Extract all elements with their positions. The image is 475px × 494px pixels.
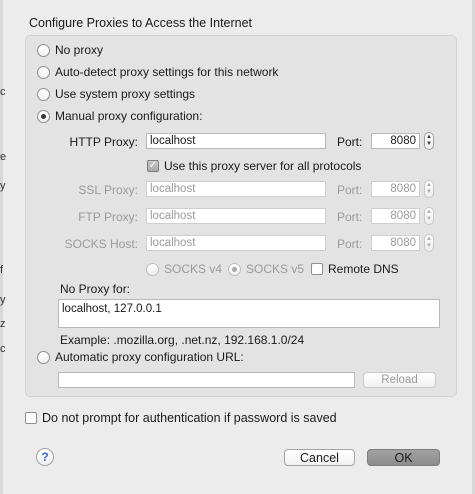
- background-text-fragment: y: [0, 294, 6, 306]
- background-text-fragment: c: [0, 86, 6, 98]
- auto-detect-label: Auto-detect proxy settings for this netw…: [55, 65, 279, 79]
- no-proxy-radio[interactable]: [37, 43, 50, 57]
- http-port-stepper[interactable]: ▲ ▼: [424, 132, 434, 150]
- ssl-port-input[interactable]: 8080: [371, 181, 420, 197]
- ftp-port-input[interactable]: 8080: [371, 208, 420, 224]
- socks-v4-option[interactable]: SOCKS v4: [146, 262, 222, 276]
- help-button[interactable]: ?: [36, 448, 54, 466]
- remote-dns-checkbox[interactable]: [311, 263, 323, 275]
- background-text-fragment: c: [0, 343, 6, 355]
- no-auth-prompt-option[interactable]: Do not prompt for authentication if pass…: [25, 411, 337, 425]
- socks-host-input[interactable]: localhost: [146, 235, 326, 251]
- socks-port-input[interactable]: 8080: [371, 235, 420, 251]
- ftp-proxy-input[interactable]: localhost: [146, 208, 326, 224]
- socks-v5-radio[interactable]: [228, 262, 241, 276]
- auto-config-url-option[interactable]: Automatic proxy configuration URL:: [37, 350, 244, 364]
- auto-detect-option[interactable]: Auto-detect proxy settings for this netw…: [37, 65, 278, 79]
- ssl-port-label: Port:: [337, 183, 363, 197]
- background-text-fragment: z: [0, 318, 6, 330]
- socks-port-stepper[interactable]: ▲ ▼: [424, 234, 434, 252]
- manual-proxy-label: Manual proxy configuration:: [55, 109, 203, 123]
- ftp-port-stepper[interactable]: ▲ ▼: [424, 207, 434, 225]
- no-proxy-option[interactable]: No proxy: [37, 43, 103, 57]
- use-all-protocols-option[interactable]: ✓ Use this proxy server for all protocol…: [147, 159, 361, 173]
- example-hint: Example: .mozilla.org, .net.nz, 192.168.…: [60, 333, 305, 347]
- auto-config-url-radio[interactable]: [37, 350, 50, 364]
- socks-port-label: Port:: [337, 237, 363, 251]
- ftp-proxy-label: FTP Proxy:: [78, 210, 138, 224]
- ssl-port-stepper[interactable]: ▲ ▼: [424, 180, 434, 198]
- http-proxy-label: HTTP Proxy:: [69, 135, 138, 149]
- http-port-label: Port:: [337, 135, 363, 149]
- no-proxy-for-textarea[interactable]: localhost, 127.0.0.1: [58, 299, 440, 328]
- ok-button[interactable]: OK: [367, 449, 440, 466]
- socks-v5-option[interactable]: SOCKS v5: [228, 262, 304, 276]
- remote-dns-option[interactable]: Remote DNS: [311, 262, 399, 276]
- remote-dns-label: Remote DNS: [328, 262, 399, 276]
- use-all-protocols-label: Use this proxy server for all protocols: [164, 159, 362, 173]
- background-text-fragment: y: [0, 180, 6, 192]
- manual-proxy-option[interactable]: Manual proxy configuration:: [37, 109, 202, 123]
- background-text-fragment: e: [0, 151, 7, 163]
- system-proxy-option[interactable]: Use system proxy settings: [37, 87, 195, 101]
- ssl-proxy-input[interactable]: localhost: [146, 181, 326, 197]
- manual-proxy-radio[interactable]: [37, 109, 50, 123]
- no-auth-prompt-checkbox[interactable]: [25, 412, 37, 424]
- dialog-header: Configure Proxies to Access the Internet: [29, 16, 253, 30]
- cancel-button[interactable]: Cancel: [284, 449, 355, 466]
- auto-config-url-label: Automatic proxy configuration URL:: [55, 350, 244, 364]
- background-window-edge: [0, 0, 3, 494]
- http-proxy-input[interactable]: localhost: [146, 133, 326, 149]
- socks-v4-radio[interactable]: [146, 262, 159, 276]
- socks-host-label: SOCKS Host:: [64, 237, 138, 251]
- auto-config-url-input[interactable]: [58, 372, 355, 388]
- ftp-port-label: Port:: [337, 210, 363, 224]
- no-proxy-label: No proxy: [55, 43, 104, 57]
- system-proxy-label: Use system proxy settings: [55, 87, 196, 101]
- system-proxy-radio[interactable]: [37, 87, 50, 101]
- background-text-fragment: f: [0, 264, 4, 276]
- use-all-protocols-checkbox[interactable]: ✓: [147, 160, 159, 172]
- socks-v5-label: SOCKS v5: [246, 262, 305, 276]
- socks-v4-label: SOCKS v4: [164, 262, 223, 276]
- auto-detect-radio[interactable]: [37, 65, 50, 79]
- ssl-proxy-label: SSL Proxy:: [78, 183, 138, 197]
- no-proxy-for-label: No Proxy for:: [60, 282, 131, 296]
- http-port-input[interactable]: 8080: [371, 133, 420, 149]
- no-auth-prompt-label: Do not prompt for authentication if pass…: [42, 411, 337, 425]
- reload-button[interactable]: Reload: [363, 372, 436, 388]
